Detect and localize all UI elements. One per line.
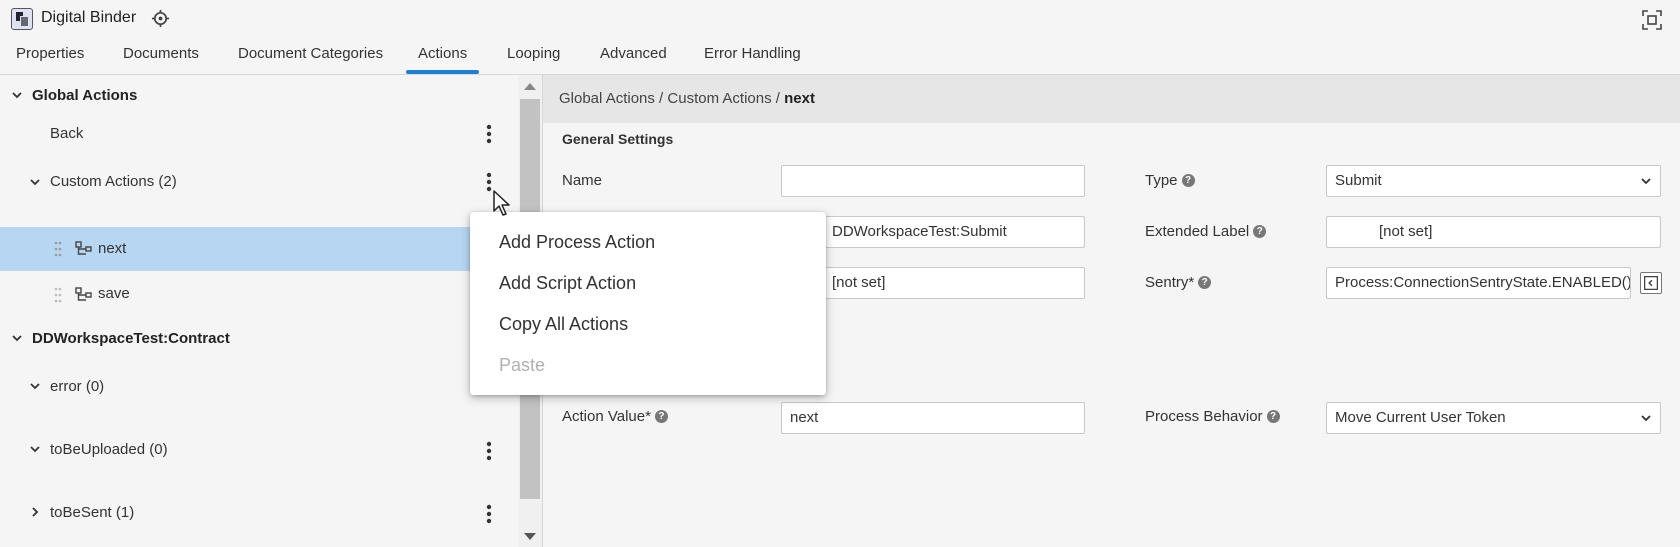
- tab-actions[interactable]: Actions: [405, 45, 480, 74]
- help-icon[interactable]: ?: [654, 410, 668, 423]
- chevron-right-icon[interactable]: [28, 505, 42, 519]
- title-bar: Digital Binder: [0, 0, 1680, 37]
- context-menu: Add Process Action Add Script Action Cop…: [470, 212, 826, 395]
- extended-label-text: Extended Label: [1145, 223, 1250, 240]
- section-title-general-settings: General Settings: [562, 131, 674, 147]
- process-behavior-label: Process Behavior?: [1145, 408, 1280, 425]
- tree-node-error[interactable]: error (0): [0, 366, 518, 410]
- sentry-label: Sentry*?: [1145, 274, 1212, 291]
- menu-item-copy-all-actions[interactable]: Copy All Actions: [499, 314, 628, 335]
- expression-editor-icon[interactable]: [1640, 272, 1662, 294]
- scroll-down-arrow-icon[interactable]: [524, 533, 536, 540]
- action-value-label: Action Value*?: [562, 408, 668, 425]
- tree-label-to-be-uploaded: toBeUploaded (0): [50, 441, 168, 458]
- tree-node-back[interactable]: Back: [0, 110, 518, 154]
- breadcrumb-path: Global Actions / Custom Actions /: [559, 90, 785, 107]
- action-value-input[interactable]: next: [781, 402, 1085, 434]
- actions-tree: Global Actions Back Custom Actions (2) n…: [0, 75, 518, 547]
- tree-node-next[interactable]: next: [0, 227, 518, 271]
- condition-input[interactable]: [not set]: [781, 267, 1085, 299]
- chevron-down-icon: [1641, 178, 1651, 185]
- more-vert-icon[interactable]: [481, 123, 497, 145]
- action-value-label-text: Action Value*: [562, 408, 651, 425]
- breadcrumb-bar: Global Actions / Custom Actions / next: [543, 75, 1680, 123]
- sentry-label-text: Sentry*: [1145, 274, 1195, 291]
- chevron-down-icon[interactable]: [28, 442, 42, 456]
- help-icon[interactable]: ?: [1266, 410, 1280, 423]
- menu-item-paste: Paste: [499, 355, 546, 375]
- chevron-down-icon: [1641, 415, 1651, 422]
- tree-label-save: save: [98, 285, 130, 302]
- chevron-down-icon[interactable]: [28, 379, 42, 393]
- fullscreen-icon[interactable]: [1641, 9, 1663, 31]
- tree-label-next: next: [98, 240, 127, 257]
- tree-label-contract: DDWorkspaceTest:Contract: [32, 330, 230, 347]
- extended-label-input[interactable]: [not set]: [1326, 216, 1661, 248]
- process-behavior-label-text: Process Behavior: [1145, 408, 1263, 425]
- help-icon[interactable]: ?: [1198, 276, 1212, 289]
- type-select-value: Submit: [1335, 172, 1382, 189]
- tab-advanced[interactable]: Advanced: [600, 45, 667, 62]
- process-action-icon: [75, 287, 92, 301]
- chevron-down-icon[interactable]: [10, 331, 24, 345]
- breadcrumb-current: next: [784, 90, 815, 107]
- tree-label-error: error (0): [50, 378, 105, 395]
- chevron-down-icon[interactable]: [28, 175, 42, 189]
- tab-looping[interactable]: Looping: [507, 45, 560, 62]
- digital-binder-editor: Digital Binder Properties Documents Docu…: [0, 0, 1680, 547]
- sentry-input[interactable]: Process:ConnectionSentryState.ENABLED(): [1326, 267, 1631, 299]
- crosshair-icon[interactable]: [151, 9, 170, 28]
- name-label-text: Name: [562, 172, 603, 189]
- tree-label-global-actions: Global Actions: [32, 87, 138, 104]
- type-label-text: Type: [1145, 172, 1178, 189]
- scroll-up-arrow-icon[interactable]: [524, 83, 536, 90]
- name-label: Name: [562, 172, 602, 189]
- type-label: Type?: [1145, 172, 1195, 189]
- tree-label-to-be-sent: toBeSent (1): [50, 504, 135, 521]
- help-icon[interactable]: ?: [1181, 174, 1195, 187]
- name-input[interactable]: [781, 165, 1085, 197]
- tab-documents[interactable]: Documents: [123, 45, 199, 62]
- tree-node-contract[interactable]: DDWorkspaceTest:Contract: [0, 318, 518, 362]
- binder-app-icon: [11, 8, 33, 30]
- chevron-down-icon[interactable]: [10, 88, 24, 102]
- tab-properties[interactable]: Properties: [16, 45, 84, 62]
- extended-label-label: Extended Label?: [1145, 223, 1267, 240]
- drag-handle-icon[interactable]: [54, 241, 62, 257]
- tab-error-handling[interactable]: Error Handling: [704, 45, 801, 62]
- tab-document-categories[interactable]: Document Categories: [238, 45, 383, 62]
- mouse-cursor-icon: [493, 190, 510, 216]
- tree-label-custom-actions: Custom Actions (2): [50, 173, 177, 190]
- label-input[interactable]: DDWorkspaceTest:Submit: [781, 216, 1085, 248]
- app-title: Digital Binder: [41, 9, 137, 26]
- drag-handle-icon[interactable]: [54, 287, 62, 303]
- tree-label-back: Back: [50, 125, 84, 142]
- type-select[interactable]: Submit: [1326, 165, 1661, 197]
- process-behavior-value: Move Current User Token: [1335, 409, 1506, 426]
- process-action-icon: [75, 241, 92, 255]
- more-vert-icon[interactable]: [481, 440, 497, 462]
- process-behavior-select[interactable]: Move Current User Token: [1326, 402, 1661, 434]
- tree-node-to-be-uploaded[interactable]: toBeUploaded (0): [0, 427, 518, 471]
- tree-node-to-be-sent[interactable]: toBeSent (1): [0, 490, 518, 534]
- tree-node-custom-actions[interactable]: Custom Actions (2): [0, 162, 518, 206]
- breadcrumb: Global Actions / Custom Actions / next: [559, 90, 815, 107]
- tree-node-save[interactable]: save: [0, 273, 518, 317]
- menu-item-add-script-action[interactable]: Add Script Action: [499, 273, 636, 294]
- tab-bar: Properties Documents Document Categories…: [0, 37, 1680, 75]
- help-icon[interactable]: ?: [1253, 225, 1267, 238]
- menu-item-add-process-action[interactable]: Add Process Action: [499, 232, 655, 253]
- more-vert-icon[interactable]: [481, 503, 497, 525]
